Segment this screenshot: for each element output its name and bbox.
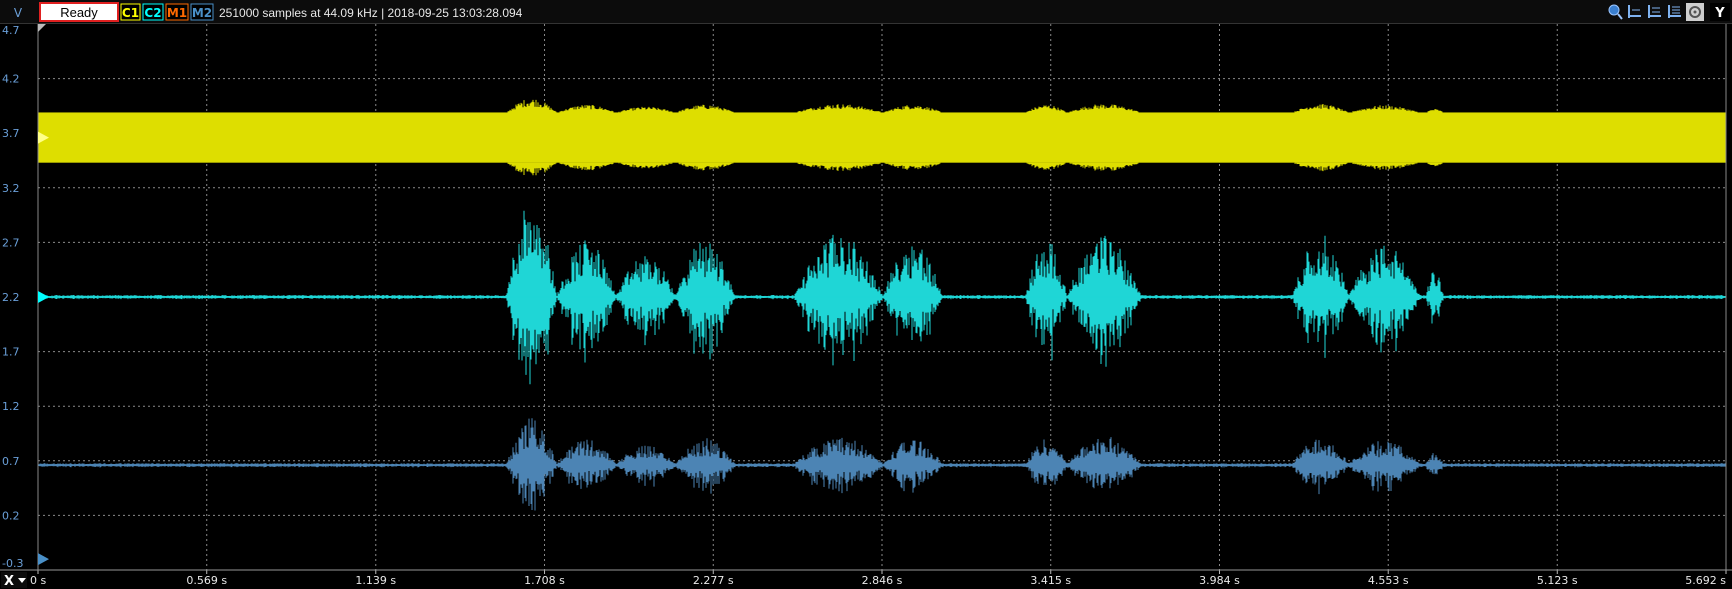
x-tick-label: 0.569 s — [186, 574, 227, 587]
c1-trace-band — [38, 112, 1726, 163]
y-unit-label: V — [14, 6, 23, 20]
x-tick-label: 1.139 s — [355, 574, 396, 587]
y-tick-label: 0.7 — [2, 455, 20, 468]
y-tick-label: 2.7 — [2, 236, 20, 249]
x-tick-label: 0 s — [30, 574, 46, 587]
y-tick-label: 3.7 — [2, 127, 20, 140]
x-tick-label: 2.277 s — [693, 574, 734, 587]
y-axis-button[interactable]: Y — [1710, 3, 1730, 21]
status-label: Ready — [60, 5, 98, 20]
x-tick-label: 5.123 s — [1537, 574, 1578, 587]
y-tick-label: 1.2 — [2, 400, 20, 413]
channel-m1-label: M1 — [167, 6, 187, 20]
x-tick-label: 5.692 s — [1685, 574, 1726, 587]
x-tick-label: 3.984 s — [1199, 574, 1240, 587]
channel-m1-button[interactable]: M1 — [165, 3, 189, 21]
x-button-label: X — [4, 574, 14, 589]
y-tick-label: 4.2 — [2, 73, 20, 86]
channel-c1-button[interactable]: C1 — [120, 3, 141, 21]
y-tick-label: 1.7 — [2, 346, 20, 359]
y-tick-label: 4.7 — [2, 24, 20, 37]
y-tick-label: -0.3 — [2, 557, 23, 570]
settings-icon[interactable] — [1686, 3, 1704, 21]
channel-c2-label: C2 — [144, 6, 161, 20]
x-tick-label: 3.415 s — [1030, 574, 1071, 587]
y-tick-label: 2.2 — [2, 291, 20, 304]
channel-c2-button[interactable]: C2 — [142, 3, 164, 21]
channel-m2-button[interactable]: M2 — [190, 3, 214, 21]
x-tick-label: 1.708 s — [524, 574, 565, 587]
oscilloscope-view: V Ready C1 C2 M1 M2 251000 samples at 44… — [0, 0, 1732, 589]
status-ready-button[interactable]: Ready — [39, 2, 119, 22]
x-axis-button[interactable]: X — [1, 572, 27, 589]
y-button-label: Y — [1714, 6, 1725, 21]
x-tick-label: 2.846 s — [862, 574, 903, 587]
acquisition-info: 251000 samples at 44.09 kHz | 2018-09-25… — [219, 6, 523, 20]
y-tick-label: 3.2 — [2, 182, 20, 195]
channel-m2-label: M2 — [192, 6, 212, 20]
y-tick-label: 0.2 — [2, 509, 20, 522]
x-tick-label: 4.553 s — [1368, 574, 1409, 587]
channel-c1-label: C1 — [122, 6, 139, 20]
